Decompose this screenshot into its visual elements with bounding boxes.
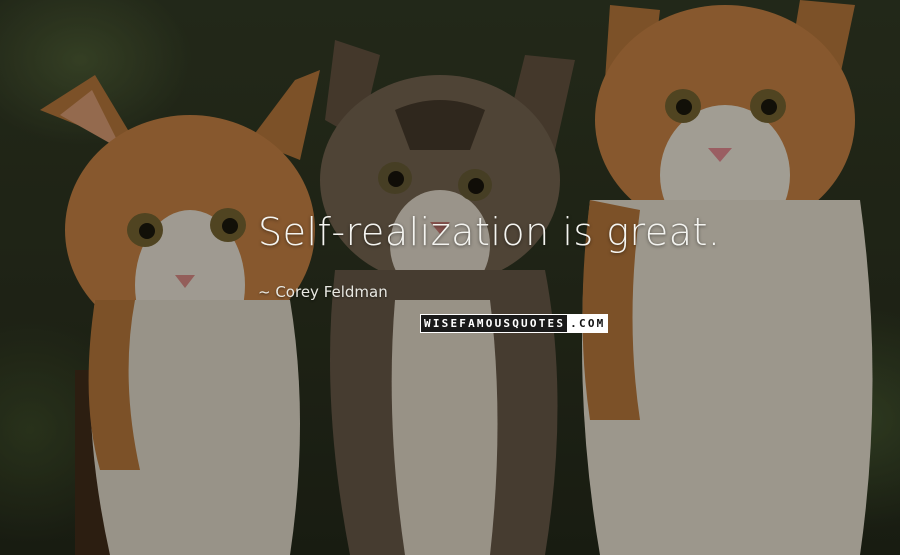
watermark-brand: WISEFAMOUSQUOTES — [421, 315, 568, 332]
quote-text: Self-realization is great. — [258, 210, 721, 254]
quote-author: ~ Corey Feldman — [258, 283, 388, 301]
photo-dim-overlay — [0, 0, 900, 555]
quote-card: Self-realization is great. ~ Corey Feldm… — [0, 0, 900, 555]
watermark-domain: .COM — [567, 315, 608, 332]
watermark-logo: WISEFAMOUSQUOTES .COM — [420, 314, 609, 333]
